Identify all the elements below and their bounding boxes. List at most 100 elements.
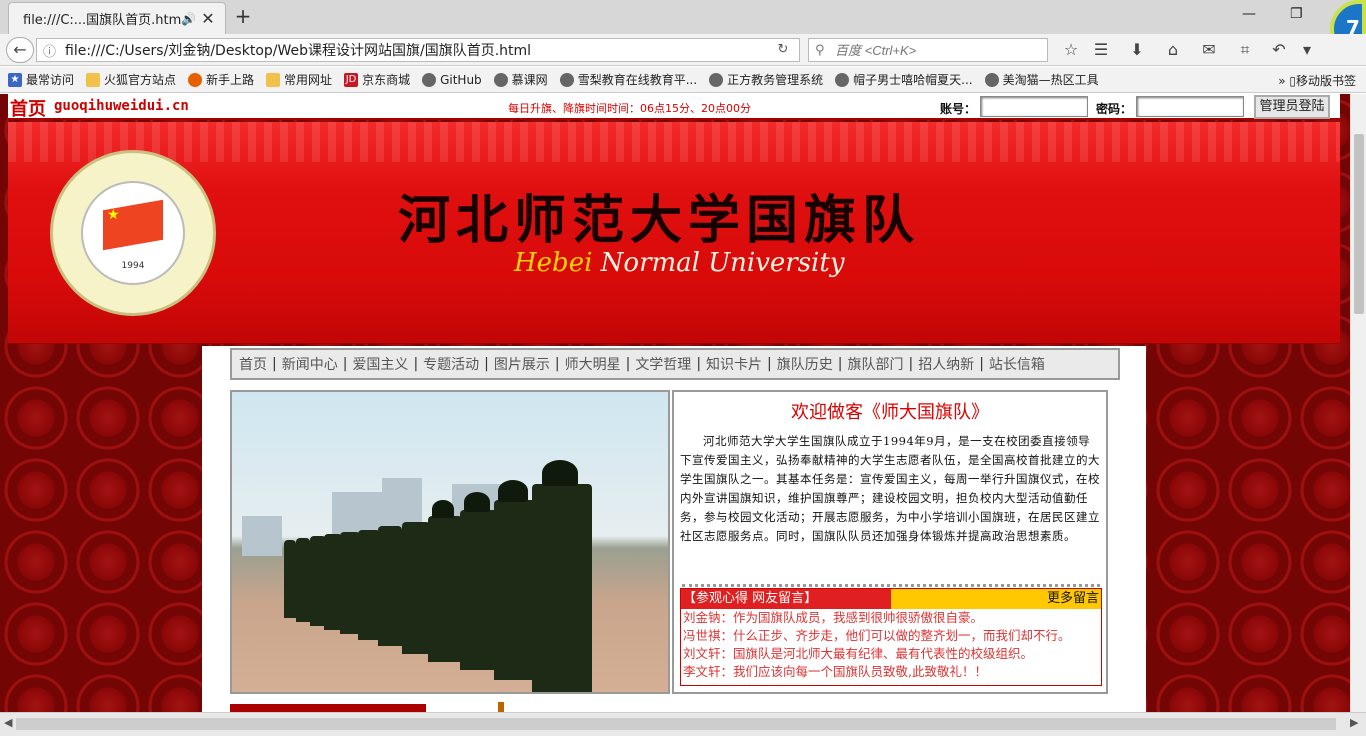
bookmark-label: GitHub xyxy=(440,72,482,87)
home-icon[interactable]: ⌂ xyxy=(1160,38,1186,62)
more-messages-link[interactable]: 更多留言 xyxy=(891,589,1101,609)
download-icon[interactable]: ⬇ xyxy=(1124,38,1150,62)
bookmark-label: 帽子男士嘻哈帽夏天... xyxy=(853,73,973,87)
bookmark-item[interactable]: 常用网址 xyxy=(266,71,332,88)
password-input[interactable] xyxy=(1136,96,1244,117)
close-icon[interactable]: ✕ xyxy=(199,9,217,28)
tab-active[interactable]: file:///C:...国旗队首页.html 🔊 ✕ xyxy=(8,2,226,34)
site-banner: ★ 1994 河北师范大学国旗队 Hebei Normal University xyxy=(8,122,1340,344)
account-input[interactable] xyxy=(980,96,1088,117)
vertical-scrollbar[interactable] xyxy=(1350,94,1366,712)
chat-icon[interactable]: ✉ xyxy=(1196,38,1222,62)
dotted-divider xyxy=(682,584,1100,587)
new-tab-button[interactable]: + xyxy=(232,4,254,28)
nav-stars[interactable]: 师大明星 xyxy=(560,354,626,374)
mobile-bookmarks[interactable]: » ▯移动版书签 xyxy=(1278,72,1356,89)
account-label: 账号： xyxy=(940,102,977,116)
bookmark-item[interactable]: 美淘猫—热区工具 xyxy=(984,71,1099,88)
speaker-icon[interactable]: 🔊 xyxy=(181,12,199,26)
back-arrow-icon: ← xyxy=(13,40,27,59)
undo-icon[interactable]: ↶ xyxy=(1266,38,1292,62)
nav-gallery[interactable]: 图片展示 xyxy=(489,354,555,374)
chevron-down-icon[interactable]: ▾ xyxy=(1294,38,1320,62)
intro-panel: 欢迎做客《师大国旗队》 河北师范大学大学生国旗队成立于1994年9月，是一支在校… xyxy=(672,390,1108,694)
site-title-cn: 河北师范大学国旗队 xyxy=(398,190,921,251)
emblem-inner: ★ 1994 xyxy=(81,181,185,285)
maximize-icon[interactable]: ❐ xyxy=(1290,6,1303,22)
bookmark-item[interactable]: ★ 最常访问 xyxy=(8,71,74,88)
bookmark-label: 美淘猫—热区工具 xyxy=(1002,73,1099,87)
globe-icon xyxy=(559,72,574,87)
bookmarks-bar: ★ 最常访问 火狐官方站点 新手上路 常用网址 JD 京东商城 GitHub 慕课网… xyxy=(0,67,1366,93)
scroll-thumb[interactable] xyxy=(1354,134,1364,314)
soldier xyxy=(284,540,296,618)
message-item: 冯世祺：什么正步、齐步走，他们可以做的整齐划一，而我们却不行。 xyxy=(683,628,1071,643)
nav-history[interactable]: 旗队历史 xyxy=(772,354,838,374)
bookmark-item[interactable]: 新手上路 xyxy=(188,71,254,88)
globe-icon xyxy=(709,72,724,87)
nav-literature[interactable]: 文学哲理 xyxy=(630,354,696,374)
bookmark-item[interactable]: 正方教务管理系统 xyxy=(709,71,823,88)
nav-knowledge[interactable]: 知识卡片 xyxy=(701,354,767,374)
url-text[interactable]: file:///C:/Users/刘金钠/Desktop/Web课程设计网站国旗… xyxy=(65,40,799,60)
tab-bar: file:///C:...国旗队首页.html 🔊 ✕ + — ❐ 7 xyxy=(0,0,1366,58)
bookmark-item[interactable]: 雪梨教育在线教育平... xyxy=(559,71,697,88)
bookmark-label: 常用网址 xyxy=(284,73,333,87)
welcome-heading: 欢迎做客《师大国旗队》 xyxy=(791,402,989,423)
site-domain: guoqihuweidui.cn xyxy=(54,98,189,114)
crop-icon[interactable]: ⌗ xyxy=(1232,38,1258,62)
scroll-thumb[interactable] xyxy=(16,718,1336,730)
minimize-icon[interactable]: — xyxy=(1242,6,1256,22)
bookmark-label: 慕课网 xyxy=(511,73,548,87)
soldier-cap xyxy=(432,500,454,518)
reader-list-icon[interactable]: ☰ xyxy=(1088,38,1114,62)
message-item: 李文轩：我们应该向每一个国旗队员致敬,此致敬礼！！ xyxy=(683,664,987,679)
back-button[interactable]: ← xyxy=(6,37,34,63)
bookmark-item[interactable]: 火狐官方站点 xyxy=(86,71,176,88)
nav-activities[interactable]: 专题活动 xyxy=(418,354,484,374)
folder-icon xyxy=(86,72,101,87)
search-box[interactable]: ⚲ xyxy=(808,38,1048,62)
info-icon[interactable]: ⓘ xyxy=(43,41,65,60)
reload-icon[interactable]: ↻ xyxy=(770,38,796,62)
bookmark-item[interactable]: 帽子男士嘻哈帽夏天... xyxy=(835,71,973,88)
nav-departments[interactable]: 旗队部门 xyxy=(842,354,908,374)
site-title-en: Hebei Normal University xyxy=(514,248,845,278)
next-section-marker xyxy=(498,702,504,712)
search-input[interactable] xyxy=(835,42,1035,58)
soldier-cap xyxy=(464,492,490,512)
star-icon: ★ xyxy=(107,207,120,223)
nav-mailbox[interactable]: 站长信箱 xyxy=(984,354,1050,374)
home-title[interactable]: 首页 xyxy=(10,95,46,121)
scroll-right-icon[interactable]: ▶ xyxy=(1350,716,1358,729)
soldier xyxy=(310,536,326,626)
bookmark-item[interactable]: JD 京东商城 xyxy=(344,71,410,88)
bookmark-item[interactable]: GitHub xyxy=(422,72,482,87)
url-bar[interactable]: ⓘ file:///C:/Users/刘金钠/Desktop/Web课程设计网站… xyxy=(36,38,800,62)
bookmark-label: 新手上路 xyxy=(206,73,255,87)
scroll-left-icon[interactable]: ◀ xyxy=(4,716,12,729)
more-chevron-icon[interactable]: » xyxy=(1278,74,1285,88)
bookmark-label: 火狐官方站点 xyxy=(104,73,177,87)
nav-recruit[interactable]: 招人纳新 xyxy=(913,354,979,374)
globe-icon xyxy=(422,72,437,87)
nav-patriotism[interactable]: 爱国主义 xyxy=(347,354,413,374)
messages-title: 【参观心得 网友留言】 xyxy=(681,589,891,609)
bookmark-item[interactable]: 慕课网 xyxy=(493,71,548,88)
star-icon: ★ xyxy=(8,72,22,87)
soldier xyxy=(532,484,592,692)
site-nav: 首页 | 新闻中心 | 爱国主义 | 专题活动 | 图片展示 | 师大明星 | 文学哲理 | … xyxy=(230,348,1120,380)
bookmark-star-icon[interactable]: ☆ xyxy=(1058,38,1084,62)
bookmark-label: 正方教务管理系统 xyxy=(727,73,824,87)
messages-box: 【参观心得 网友留言】 更多留言 刘金钠：作为国旗队成员，我感到很帅很骄傲很自豪… xyxy=(680,588,1102,686)
soldier xyxy=(358,530,380,640)
horizontal-scrollbar[interactable]: ◀ ▶ xyxy=(0,712,1366,736)
nav-news[interactable]: 新闻中心 xyxy=(277,354,343,374)
admin-login-button[interactable]: 管理员登陆 xyxy=(1254,95,1330,119)
page-viewport: 首页 guoqihuweidui.cn 每日升旗、降旗时间时间：06点15分、2… xyxy=(0,94,1366,712)
flag-times-text: 每日升旗、降旗时间时间：06点15分、20点00分 xyxy=(508,102,751,115)
globe-icon xyxy=(493,72,508,87)
jd-icon: JD xyxy=(344,72,359,87)
nav-home[interactable]: 首页 xyxy=(234,354,272,374)
firefox-icon xyxy=(188,72,203,87)
